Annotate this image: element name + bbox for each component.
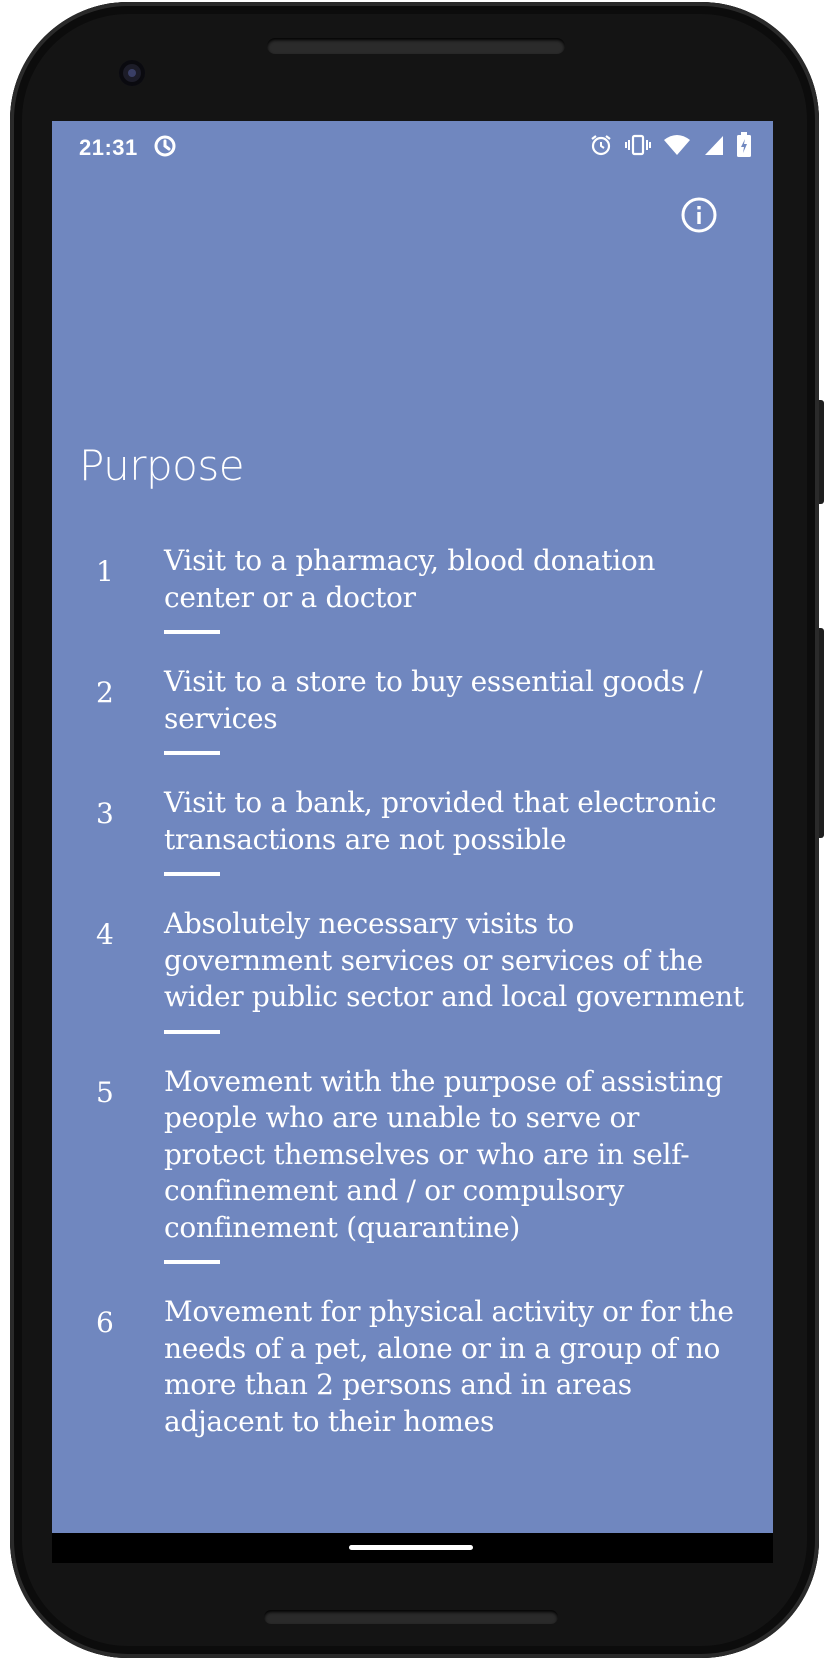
purpose-item-6[interactable]: 6 Movement for physical activity or for … (52, 1294, 773, 1440)
bottom-speaker (264, 1610, 558, 1624)
purpose-item-5[interactable]: 5 Movement with the purpose of assisting… (52, 1064, 773, 1264)
status-icons (589, 132, 751, 163)
battery-charging-icon (737, 132, 751, 163)
purpose-item-3[interactable]: 3 Visit to a bank, provided that electro… (52, 785, 773, 876)
purpose-number: 5 (96, 1075, 114, 1109)
purpose-text: Movement for physical activity or for th… (164, 1295, 734, 1438)
page-title: Purpose (79, 441, 245, 490)
data-saver-icon (152, 133, 178, 164)
info-button[interactable] (675, 191, 723, 239)
front-camera (119, 60, 145, 86)
purpose-item-4[interactable]: 4 Absolutely necessary visits to governm… (52, 906, 773, 1034)
purpose-divider (164, 1029, 220, 1034)
purpose-list: 1 Visit to a pharmacy, blood donation ce… (52, 543, 773, 1470)
volume-rocker (819, 628, 824, 838)
purpose-number: 3 (96, 797, 114, 830)
info-icon (681, 197, 717, 233)
purpose-divider (164, 751, 220, 755)
app-screen: 21:31 Purpose 1 Visit to a pharmacy, blo… (52, 121, 773, 1563)
purpose-text: Visit to a store to buy essential goods … (164, 665, 703, 735)
vibrate-icon (625, 133, 651, 162)
purpose-number: 2 (96, 676, 114, 709)
status-bar: 21:31 (52, 121, 773, 171)
purpose-text: Movement with the purpose of assisting p… (164, 1064, 723, 1244)
navigation-bar (52, 1533, 773, 1563)
earpiece-speaker (267, 38, 565, 54)
purpose-divider (164, 872, 220, 876)
power-button (819, 400, 824, 504)
purpose-number: 6 (96, 1306, 114, 1339)
purpose-item-2[interactable]: 2 Visit to a store to buy essential good… (52, 664, 773, 755)
alarm-icon (589, 133, 613, 162)
purpose-number: 4 (96, 918, 114, 951)
purpose-text: Visit to a pharmacy, blood donation cent… (164, 544, 656, 614)
purpose-text: Absolutely necessary visits to governmen… (164, 907, 744, 1013)
purpose-divider (164, 1260, 220, 1264)
wifi-icon (663, 133, 691, 162)
purpose-text: Visit to a bank, provided that electroni… (164, 786, 717, 856)
cellular-signal-icon (703, 133, 725, 162)
purpose-divider (164, 630, 220, 634)
status-time: 21:31 (79, 135, 138, 160)
purpose-number: 1 (96, 555, 114, 588)
home-gesture-handle[interactable] (349, 1545, 473, 1550)
purpose-item-1[interactable]: 1 Visit to a pharmacy, blood donation ce… (52, 543, 773, 634)
